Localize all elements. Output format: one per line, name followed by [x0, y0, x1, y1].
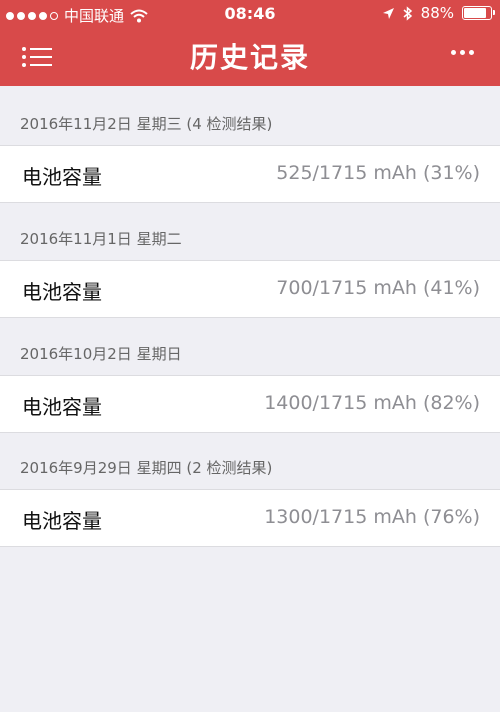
section-date-header: 2016年9月29日 星期四 (2 检测结果): [20, 459, 273, 477]
record-value: 1400/1715 mAh (82%): [264, 392, 480, 414]
more-options-button[interactable]: [451, 50, 474, 55]
list-item[interactable]: 电池容量 1300/1715 mAh (76%): [0, 489, 500, 547]
header-background: 中国联通 08:46 88% 历史记录: [0, 0, 500, 86]
list-item[interactable]: 电池容量 700/1715 mAh (41%): [0, 260, 500, 318]
record-value: 525/1715 mAh (31%): [276, 162, 480, 184]
location-arrow-icon: [382, 7, 394, 19]
more-dots-icon: [451, 50, 456, 55]
battery-fill: [464, 8, 486, 18]
record-label: 电池容量: [22, 509, 102, 533]
status-right: 88%: [382, 4, 495, 22]
section-date-header: 2016年10月2日 星期日: [20, 345, 182, 363]
status-bar: 中国联通 08:46 88%: [0, 0, 500, 28]
record-value: 1300/1715 mAh (76%): [264, 506, 480, 528]
more-dots-icon: [469, 50, 474, 55]
record-value: 700/1715 mAh (41%): [276, 277, 480, 299]
section-date-header: 2016年11月1日 星期二: [20, 230, 182, 248]
battery-icon: [462, 6, 495, 20]
list-item[interactable]: 电池容量 525/1715 mAh (31%): [0, 145, 500, 203]
bluetooth-icon: [403, 5, 412, 21]
more-dots-icon: [460, 50, 465, 55]
navigation-bar: 历史记录: [0, 28, 500, 86]
record-label: 电池容量: [22, 280, 102, 304]
record-label: 电池容量: [22, 165, 102, 189]
list-item[interactable]: 电池容量 1400/1715 mAh (82%): [0, 375, 500, 433]
page-title: 历史记录: [189, 41, 310, 74]
record-label: 电池容量: [22, 395, 102, 419]
battery-percent: 88%: [420, 4, 454, 22]
section-date-header: 2016年11月2日 星期三 (4 检测结果): [20, 115, 273, 133]
